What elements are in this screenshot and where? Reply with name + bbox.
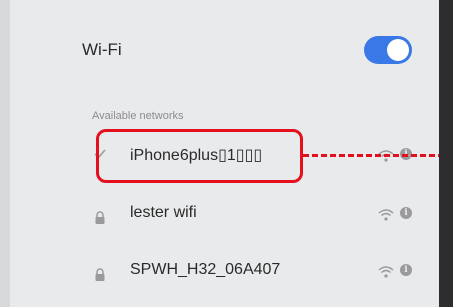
annotation-highlight-box xyxy=(96,129,303,183)
wifi-signal-icon xyxy=(378,265,394,279)
network-name: lester wifi xyxy=(130,204,197,221)
toggle-knob xyxy=(387,39,409,61)
wifi-title: Wi-Fi xyxy=(82,40,122,59)
screen-edge-left xyxy=(0,0,10,307)
available-networks-label: Available networks xyxy=(92,110,184,122)
info-icon[interactable]: i xyxy=(400,207,412,219)
lock-icon xyxy=(90,263,110,281)
network-item-lester-wifi[interactable]: lester wifi i xyxy=(90,200,420,230)
wifi-header: Wi-Fi xyxy=(82,36,422,70)
wifi-signal-icon xyxy=(378,208,394,222)
network-item-spwh[interactable]: SPWH_H32_06A407 i xyxy=(90,257,420,287)
device-bezel-right xyxy=(439,0,453,307)
annotation-dashed-pointer xyxy=(303,154,453,157)
info-icon[interactable]: i xyxy=(400,264,412,276)
network-name: SPWH_H32_06A407 xyxy=(130,261,281,278)
wifi-toggle[interactable] xyxy=(364,36,412,64)
lock-icon xyxy=(90,206,110,224)
